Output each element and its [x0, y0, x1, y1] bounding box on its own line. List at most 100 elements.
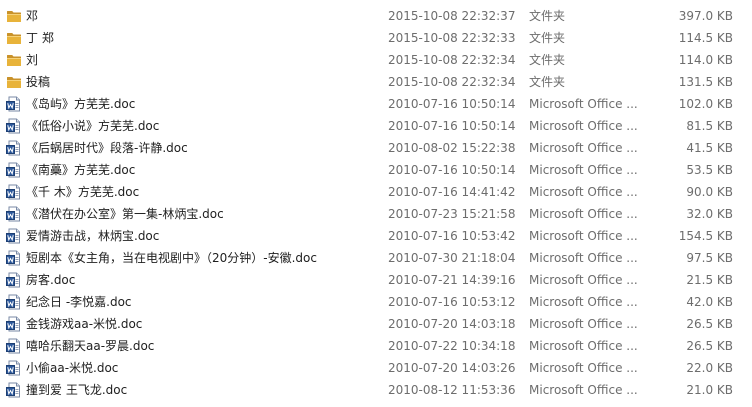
file-name: 嘻哈乐翻天aa-罗晨.doc — [26, 339, 155, 353]
word-doc-icon — [6, 184, 22, 200]
file-name: 邓 — [26, 9, 39, 23]
file-type: Microsoft Office ... — [529, 229, 638, 243]
file-row[interactable]: 邓 2015-10-08 22:32:37 文件夹 397.0 KB — [0, 5, 752, 27]
file-size: 26.5 KB — [686, 339, 733, 353]
file-row[interactable]: 短剧本《女主角，当在电视剧中》（20分钟）-安徽.doc 2010-07-30 2… — [0, 247, 752, 269]
file-modified-date: 2010-07-21 14:39:16 — [388, 273, 516, 287]
file-row[interactable]: 金钱游戏aa-米悦.doc 2010-07-20 14:03:18 Microsof… — [0, 313, 752, 335]
file-name-cell[interactable]: 撞到爱 王飞龙.doc — [4, 379, 384, 401]
file-size: 131.5 KB — [678, 75, 733, 89]
file-name: 刘 — [26, 53, 39, 67]
file-type: Microsoft Office ... — [529, 361, 638, 375]
file-size: 114.0 KB — [678, 53, 733, 67]
folder-icon — [6, 74, 22, 90]
file-name-cell[interactable]: 小偷aa-米悦.doc — [4, 357, 384, 379]
word-doc-icon — [6, 118, 22, 134]
word-doc-icon — [6, 96, 22, 112]
file-size: 32.0 KB — [686, 207, 733, 221]
file-name-cell[interactable]: 纪念日 -李悦嘉.doc — [4, 291, 384, 313]
file-size: 21.5 KB — [686, 273, 733, 287]
file-name-cell[interactable]: 《潜伏在办公室》第一集-林炳宝.doc — [4, 203, 384, 225]
file-row[interactable]: 纪念日 -李悦嘉.doc 2010-07-16 10:53:12 Microsoft… — [0, 291, 752, 313]
file-name-cell[interactable]: 邓 — [4, 5, 384, 27]
file-name: 爱情游击战，林炳宝.doc — [26, 229, 160, 243]
folder-icon — [6, 30, 22, 46]
file-type: 文件夹 — [529, 31, 566, 45]
file-name-cell[interactable]: 房客.doc — [4, 269, 384, 291]
file-row[interactable]: 刘 2015-10-08 22:32:34 文件夹 114.0 KB — [0, 49, 752, 71]
file-name-cell[interactable]: 《岛屿》方芜芜.doc — [4, 93, 384, 115]
file-row[interactable]: 《南蘽》方芜芜.doc 2010-07-16 10:50:14 Microsoft … — [0, 159, 752, 181]
file-name-cell[interactable]: 刘 — [4, 49, 384, 71]
file-name-cell[interactable]: 短剧本《女主角，当在电视剧中》（20分钟）-安徽.doc — [4, 247, 384, 269]
file-name-cell[interactable]: 投稿 — [4, 71, 384, 93]
file-size: 154.5 KB — [678, 229, 733, 243]
file-name: 纪念日 -李悦嘉.doc — [26, 295, 132, 309]
file-name-cell[interactable]: 丁 郑 — [4, 27, 384, 49]
file-modified-date: 2010-08-12 11:53:36 — [388, 383, 516, 397]
file-name: 《岛屿》方芜芜.doc — [26, 97, 136, 111]
file-modified-date: 2010-07-22 10:34:18 — [388, 339, 516, 353]
file-row[interactable]: 小偷aa-米悦.doc 2010-07-20 14:03:26 Microsoft … — [0, 357, 752, 379]
file-name: 《千 木》方芜芜.doc — [26, 185, 140, 199]
word-doc-icon — [6, 228, 22, 244]
word-doc-icon — [6, 382, 22, 398]
file-modified-date: 2010-07-20 14:03:26 — [388, 361, 516, 375]
file-row[interactable]: 爱情游击战，林炳宝.doc 2010-07-16 10:53:42 Microsof… — [0, 225, 752, 247]
file-modified-date: 2010-07-30 21:18:04 — [388, 251, 516, 265]
file-name: 《后蜗居时代》段落-许静.doc — [26, 141, 188, 155]
file-row[interactable]: 房客.doc 2010-07-21 14:39:16 Microsoft Offic… — [0, 269, 752, 291]
file-type: Microsoft Office ... — [529, 207, 638, 221]
file-name: 小偷aa-米悦.doc — [26, 361, 119, 375]
file-type: Microsoft Office ... — [529, 119, 638, 133]
file-type: 文件夹 — [529, 75, 566, 89]
file-type: Microsoft Office ... — [529, 97, 638, 111]
file-row[interactable]: 《千 木》方芜芜.doc 2010-07-16 14:41:42 Microsoft… — [0, 181, 752, 203]
file-name: 短剧本《女主角，当在电视剧中》（20分钟）-安徽.doc — [26, 251, 317, 265]
folder-icon — [6, 52, 22, 68]
file-size: 53.5 KB — [686, 163, 733, 177]
file-name: 丁 郑 — [26, 31, 54, 45]
word-doc-icon — [6, 162, 22, 178]
file-modified-date: 2015-10-08 22:32:34 — [388, 53, 516, 67]
file-name-cell[interactable]: 《南蘽》方芜芜.doc — [4, 159, 384, 181]
file-modified-date: 2010-07-16 10:50:14 — [388, 163, 516, 177]
file-name: 金钱游戏aa-米悦.doc — [26, 317, 143, 331]
file-row[interactable]: 嘻哈乐翻天aa-罗晨.doc 2010-07-22 10:34:18 Microso… — [0, 335, 752, 357]
word-doc-icon — [6, 360, 22, 376]
file-modified-date: 2010-07-16 10:50:14 — [388, 119, 516, 133]
word-doc-icon — [6, 294, 22, 310]
file-name-cell[interactable]: 《后蜗居时代》段落-许静.doc — [4, 137, 384, 159]
file-name-cell[interactable]: 嘻哈乐翻天aa-罗晨.doc — [4, 335, 384, 357]
file-type: Microsoft Office ... — [529, 383, 638, 397]
word-doc-icon — [6, 140, 22, 156]
file-name-cell[interactable]: 金钱游戏aa-米悦.doc — [4, 313, 384, 335]
word-doc-icon — [6, 316, 22, 332]
file-modified-date: 2015-10-08 22:32:37 — [388, 9, 516, 23]
file-row[interactable]: 《后蜗居时代》段落-许静.doc 2010-08-02 15:22:38 Micro… — [0, 137, 752, 159]
file-row[interactable]: 《低俗小说》方芜芜.doc 2010-07-16 10:50:14 Microsof… — [0, 115, 752, 137]
file-type: 文件夹 — [529, 53, 566, 67]
file-type: 文件夹 — [529, 9, 566, 23]
file-name: 《低俗小说》方芜芜.doc — [26, 119, 160, 133]
file-row[interactable]: 《岛屿》方芜芜.doc 2010-07-16 10:50:14 Microsoft … — [0, 93, 752, 115]
file-size: 21.0 KB — [686, 383, 733, 397]
file-name-cell[interactable]: 《低俗小说》方芜芜.doc — [4, 115, 384, 137]
file-row[interactable]: 投稿 2015-10-08 22:32:34 文件夹 131.5 KB — [0, 71, 752, 93]
file-type: Microsoft Office ... — [529, 317, 638, 331]
file-row[interactable]: 撞到爱 王飞龙.doc 2010-08-12 11:53:36 Microsoft … — [0, 379, 752, 401]
file-row[interactable]: 丁 郑 2015-10-08 22:32:33 文件夹 114.5 KB — [0, 27, 752, 49]
file-size: 42.0 KB — [686, 295, 733, 309]
file-modified-date: 2010-08-02 15:22:38 — [388, 141, 516, 155]
file-size: 22.0 KB — [686, 361, 733, 375]
file-modified-date: 2010-07-16 10:50:14 — [388, 97, 516, 111]
file-list: 邓 2015-10-08 22:32:37 文件夹 397.0 KB 丁 郑 2015-1… — [0, 0, 752, 407]
file-name-cell[interactable]: 爱情游击战，林炳宝.doc — [4, 225, 384, 247]
word-doc-icon — [6, 338, 22, 354]
file-modified-date: 2010-07-16 10:53:42 — [388, 229, 516, 243]
file-modified-date: 2010-07-23 15:21:58 — [388, 207, 516, 221]
file-row[interactable]: 《潜伏在办公室》第一集-林炳宝.doc 2010-07-23 15:21:58 Mi… — [0, 203, 752, 225]
file-type: Microsoft Office ... — [529, 251, 638, 265]
file-name-cell[interactable]: 《千 木》方芜芜.doc — [4, 181, 384, 203]
file-size: 26.5 KB — [686, 317, 733, 331]
